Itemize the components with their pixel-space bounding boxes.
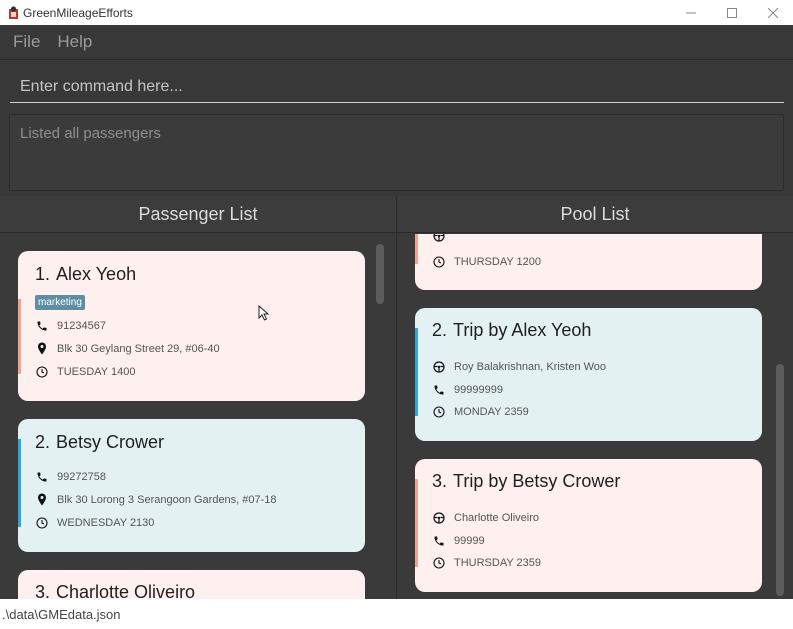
card-accent-stripe [415,479,418,567]
command-input[interactable] [10,71,784,103]
pool-phone: 99999 [454,534,485,547]
steering-wheel-icon [432,234,445,242]
pool-time-row: THURSDAY 1200 [432,255,541,268]
pool-time: THURSDAY 1200 [454,255,542,268]
passenger-tag: marketing [35,295,85,310]
passenger-phone-row: 91234567 [35,319,106,332]
passenger-index: 3. [35,582,51,599]
passenger-index: 2. [35,432,51,452]
passenger-name: 3. Charlotte Oliveiro [35,582,195,599]
passenger-phone-row: 99272758 [35,470,106,483]
passenger-card[interactable]: 3. Charlotte Oliveiro [18,570,365,599]
passenger-list-header: Passenger List [0,196,396,233]
command-area [0,61,793,110]
passenger-name: 2. Betsy Crower [35,432,164,453]
passenger-list-body: 1. Alex Yeoh marketing 91234567 Blk 30 Ge… [0,234,396,599]
pool-title: 3. Trip by Betsy Crower [432,471,620,492]
passenger-address: Blk 30 Lorong 3 Serangoon Gardens, #07-1… [57,493,277,506]
clock-icon [432,255,445,268]
passenger-time-row: WEDNESDAY 2130 [35,516,154,529]
pool-list-panel: Pool List THURSDAY 1200 2. Trip by Alex Y… [397,196,793,599]
pool-card[interactable]: 2. Trip by Alex Yeoh Roy Balakrishnan, Kr… [415,308,762,441]
pool-card[interactable]: THURSDAY 1200 [415,234,762,290]
pool-phone: 99999999 [454,383,503,396]
status-bar: .\data\GMEdata.json [0,599,793,629]
phone-icon [35,319,48,332]
pool-passengers-row: Roy Balakrishnan, Kristen Woo [432,360,606,373]
clock-icon [35,516,48,529]
card-accent-stripe [415,234,418,264]
pool-card[interactable]: 3. Trip by Betsy Crower Charlotte Oliveir… [415,459,762,592]
pool-list-header: Pool List [397,196,793,233]
passenger-name-text: Alex Yeoh [56,264,137,284]
window-controls [670,0,793,25]
mouse-cursor-icon [258,305,270,321]
pool-time-row: THURSDAY 2359 [432,556,541,569]
card-accent-stripe [18,299,21,374]
close-button[interactable] [752,0,793,25]
data-file-path: .\data\GMEdata.json [2,606,121,622]
menu-help[interactable]: Help [57,32,92,52]
clock-icon [35,365,48,378]
passenger-phone: 99272758 [57,470,106,483]
steering-wheel-icon [432,511,445,524]
card-accent-stripe [415,328,418,416]
minimize-icon [685,12,696,13]
pool-time-row: MONDAY 2359 [432,405,529,418]
passenger-address-row: Blk 30 Geylang Street 29, #06-40 [35,342,220,355]
passenger-time: TUESDAY 1400 [57,365,136,378]
passenger-list-scrollbar[interactable] [376,244,384,304]
clock-icon [432,556,445,569]
passenger-address-row: Blk 30 Lorong 3 Serangoon Gardens, #07-1… [35,493,277,506]
passenger-card[interactable]: 2. Betsy Crower 99272758 Blk 30 Lorong 3 … [18,419,365,552]
phone-icon [432,534,445,547]
pool-passengers: Roy Balakrishnan, Kristen Woo [454,360,607,373]
passenger-address: Blk 30 Geylang Street 29, #06-40 [57,342,220,355]
pool-index: 3. [432,471,448,491]
passenger-name-text: Betsy Crower [56,432,165,452]
clock-icon [432,405,445,418]
window-title: GreenMileageEfforts [23,5,133,20]
passenger-index: 1. [35,264,51,284]
pool-driver-row-partial [432,234,454,242]
pool-time: THURSDAY 2359 [454,556,542,569]
pool-title-text: Trip by Betsy Crower [453,471,621,491]
passenger-list-panel: Passenger List 1. Alex Yeoh marketing 912… [0,196,397,599]
app-icon [9,6,18,19]
passenger-name: 1. Alex Yeoh [35,264,136,285]
close-icon [767,7,778,18]
map-pin-icon [35,493,48,506]
passenger-time: WEDNESDAY 2130 [57,516,155,529]
menu-file[interactable]: File [13,32,40,52]
result-area: Listed all passengers [0,110,793,196]
pool-phone-row: 99999 [432,534,485,547]
maximize-button[interactable] [711,0,752,25]
menu-bar: File Help [0,25,793,60]
map-pin-icon [35,342,48,355]
pool-list-scrollbar[interactable] [776,364,784,596]
card-accent-stripe [18,439,21,527]
pool-phone-row: 99999999 [432,383,503,396]
pool-time: MONDAY 2359 [454,405,529,418]
pool-passengers-row: Charlotte Oliveiro [432,511,539,524]
passenger-name-text: Charlotte Oliveiro [56,582,196,599]
title-bar: GreenMileageEfforts [0,0,793,25]
pool-title: 2. Trip by Alex Yeoh [432,320,591,341]
minimize-button[interactable] [670,0,711,25]
passenger-phone: 91234567 [57,319,106,332]
phone-icon [35,470,48,483]
passenger-time-row: TUESDAY 1400 [35,365,135,378]
pool-passengers: Charlotte Oliveiro [454,511,539,524]
phone-icon [432,383,445,396]
pool-title-text: Trip by Alex Yeoh [453,320,592,340]
maximize-icon [726,7,737,18]
pool-list-body: THURSDAY 1200 2. Trip by Alex Yeoh Roy Ba… [397,234,793,599]
passenger-card[interactable]: 1. Alex Yeoh marketing 91234567 Blk 30 Ge… [18,251,365,401]
pool-index: 2. [432,320,448,340]
result-display: Listed all passengers [9,114,784,191]
steering-wheel-icon [432,360,445,373]
